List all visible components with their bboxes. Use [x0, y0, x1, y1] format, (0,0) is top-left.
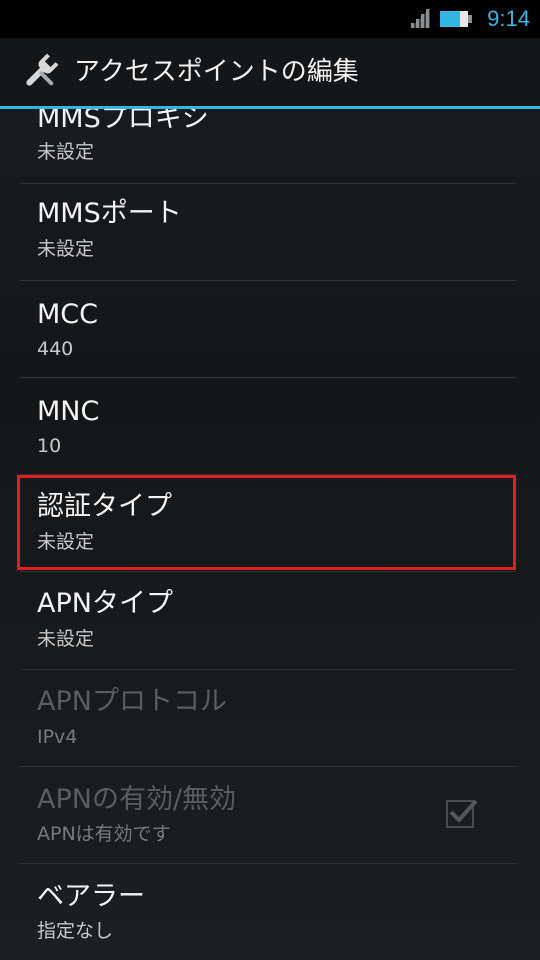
clock: 9:14: [487, 6, 530, 31]
setting-summary: 10: [37, 435, 62, 457]
setting-title: MNC: [37, 396, 100, 427]
setting-mms-proxy[interactable]: MMSプロキシ 未設定: [0, 109, 540, 191]
setting-summary: 未設定: [37, 531, 95, 553]
status-bar: 9:14: [0, 0, 540, 38]
setting-summary: 未設定: [37, 141, 95, 163]
setting-title: 認証タイプ: [37, 491, 172, 522]
screen: 9:14 アクセスポイントの編集 MMSプロキシ 未設定 MMSポート 未設定 …: [0, 0, 540, 960]
setting-mcc[interactable]: MCC 440: [0, 281, 540, 377]
setting-apn-protocol: APNプロトコル IPv4: [0, 670, 540, 766]
setting-summary: 未設定: [37, 238, 95, 260]
setting-title: MMSプロキシ: [37, 109, 209, 134]
setting-mms-port[interactable]: MMSポート 未設定: [0, 184, 540, 280]
action-bar: アクセスポイントの編集: [0, 38, 540, 106]
setting-title: APNの有効/無効: [37, 784, 237, 815]
setting-title: ベアラー: [37, 881, 145, 912]
wrench-icon[interactable]: [20, 52, 60, 92]
setting-summary: IPv4: [37, 726, 78, 748]
setting-bearer[interactable]: ベアラー 指定なし: [0, 864, 540, 960]
page-title: アクセスポイントの編集: [74, 57, 359, 87]
setting-mnc[interactable]: MNC 10: [0, 378, 540, 474]
setting-summary: 440: [37, 338, 74, 360]
signal-strength-icon: [410, 8, 430, 28]
setting-title: MCC: [37, 299, 99, 330]
setting-auth-type[interactable]: 認証タイプ 未設定: [0, 475, 540, 571]
setting-summary: 未設定: [37, 628, 95, 650]
setting-summary: APNは有効です: [37, 823, 171, 845]
setting-apn-type[interactable]: APNタイプ 未設定: [0, 572, 540, 668]
setting-title: APNタイプ: [37, 588, 173, 619]
setting-title: MMSポート: [37, 198, 182, 229]
setting-title: APNプロトコル: [37, 686, 227, 717]
setting-summary: 指定なし: [37, 920, 114, 942]
apn-enable-checkbox: [446, 799, 478, 828]
checkmark-icon: [449, 799, 478, 823]
settings-list[interactable]: MMSプロキシ 未設定 MMSポート 未設定 MCC 440 MNC 10 認証…: [0, 109, 540, 960]
battery-icon: [440, 11, 472, 27]
